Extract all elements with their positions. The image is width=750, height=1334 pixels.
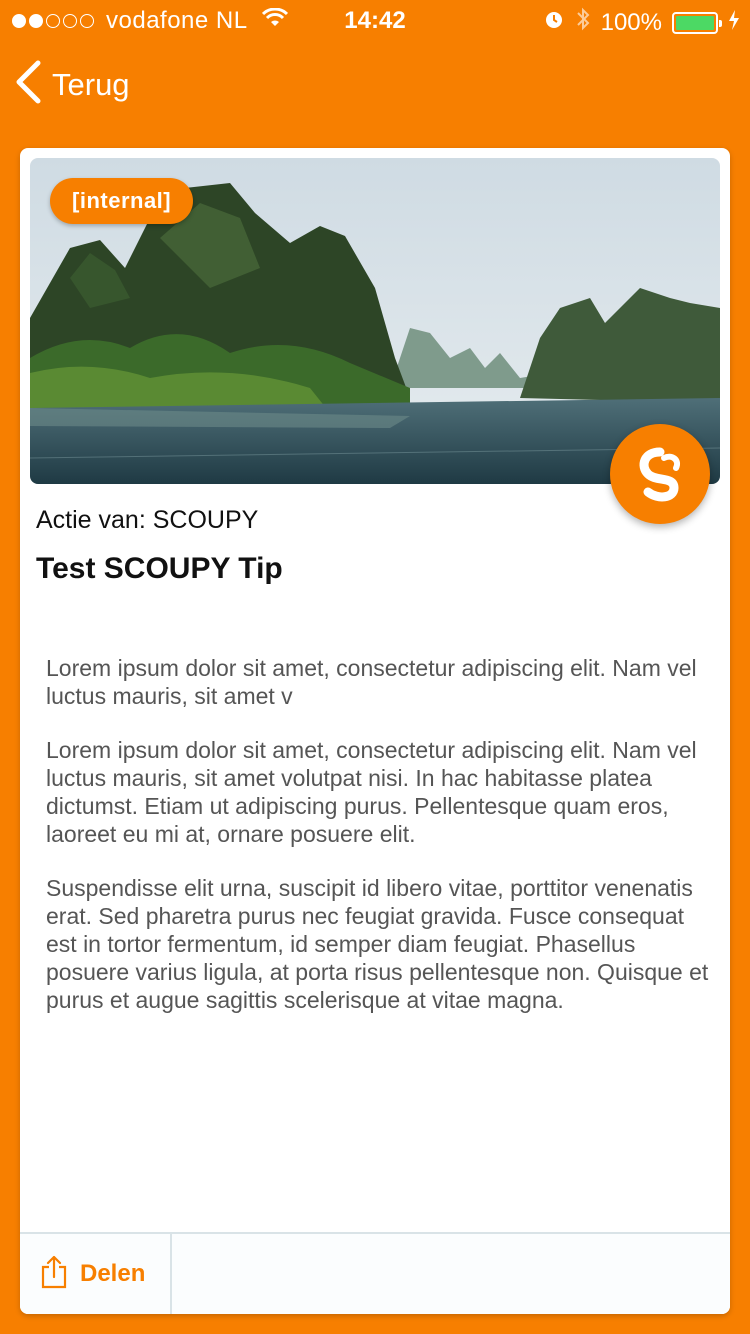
- byline: Actie van: SCOUPY: [36, 506, 259, 534]
- share-label: Delen: [80, 1260, 146, 1287]
- charging-bolt-icon: [728, 9, 740, 37]
- battery-percentage: 100%: [600, 8, 662, 36]
- status-bar: vodafone NL 14:42 100%: [0, 0, 750, 40]
- scoupy-logo-icon: [610, 424, 710, 524]
- tip-title: Test SCOUPY Tip: [36, 552, 283, 585]
- internal-badge: [internal]: [50, 178, 194, 224]
- body-paragraph: Lorem ipsum dolor sit amet, consectetur …: [46, 737, 697, 847]
- chevron-left-icon: [14, 60, 42, 109]
- battery-icon: [672, 11, 722, 34]
- navigation-bar: Terug: [0, 40, 750, 130]
- card-footer: Delen: [20, 1232, 730, 1314]
- battery-level: [676, 15, 714, 30]
- share-icon: [40, 1255, 68, 1294]
- body-paragraph: Lorem ipsum dolor sit amet, consectetur …: [46, 655, 697, 709]
- tip-card: [internal] Actie van: SCOUPY Test SCOUPY…: [20, 148, 730, 1314]
- back-label: Terug: [52, 66, 130, 102]
- share-button[interactable]: Delen: [20, 1234, 172, 1314]
- alarm-icon: [543, 8, 565, 37]
- bluetooth-icon: [575, 7, 591, 38]
- back-button[interactable]: Terug: [14, 60, 130, 109]
- body-paragraph: Suspendisse elit urna, suscipit id liber…: [46, 875, 709, 1013]
- tip-body: Lorem ipsum dolor sit amet, consectetur …: [46, 654, 716, 1040]
- status-right: 100%: [543, 7, 740, 38]
